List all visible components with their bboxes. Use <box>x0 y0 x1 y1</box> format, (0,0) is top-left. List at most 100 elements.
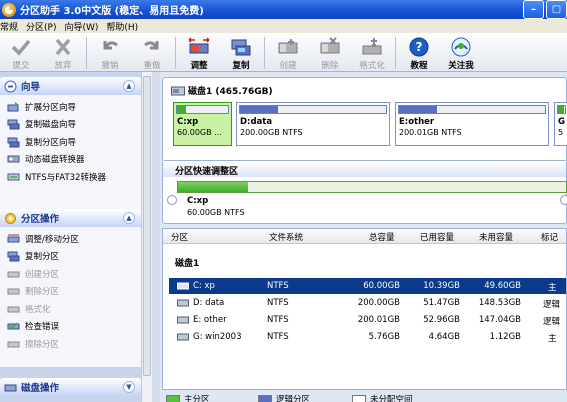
quick-adjust-partition: C:xp <box>187 196 209 206</box>
row-fs: NTFS <box>267 332 289 342</box>
sidebar-item-copy-disk-wizard[interactable]: 复制磁盘向导 <box>0 116 141 134</box>
quick-adjust-bar[interactable] <box>177 181 567 193</box>
menu-partition[interactable]: 分区(P) <box>24 20 62 33</box>
sidebar-item-copy-partition[interactable]: 复制分区 <box>0 248 141 266</box>
partition-size: 200.01GB NTFS <box>399 128 462 137</box>
check-disk-icon <box>7 320 20 332</box>
col-free[interactable]: 未用容量 <box>479 231 513 243</box>
left-resize-handle[interactable] <box>167 195 177 205</box>
toolbar-separator <box>175 37 176 69</box>
col-partition[interactable]: 分区 <box>171 231 188 243</box>
commit-button[interactable]: 提交 <box>0 33 42 72</box>
hard-disk-icon <box>171 86 185 95</box>
partition-size: 5 <box>558 128 564 137</box>
sidebar-item-delete-partition[interactable]: 删除分区 <box>0 283 141 301</box>
resize-button[interactable]: 调整 <box>178 33 220 72</box>
copy-button[interactable]: 复制 <box>220 33 262 72</box>
restore-button[interactable]: ▢ <box>546 0 567 19</box>
row-flag: 主 <box>548 334 557 344</box>
partition-name: D:data <box>240 117 273 127</box>
row-flag: 逻辑 <box>543 300 561 310</box>
legend-swatch <box>352 395 366 402</box>
copy-partition-small-icon <box>7 136 20 148</box>
format-icon <box>362 38 382 55</box>
table-header: 分区 文件系统 总容量 已用容量 未用容量 标记 <box>163 229 566 244</box>
wipe-small-icon <box>7 338 20 350</box>
undo-button[interactable]: 撤销 <box>89 33 131 72</box>
svg-text:?: ? <box>416 40 423 54</box>
collapse-up-icon[interactable]: ▲ <box>123 212 135 224</box>
delete-button[interactable]: 删除 <box>309 33 351 72</box>
delete-partition-icon <box>320 37 340 54</box>
sidebar-item-resize-move[interactable]: 调整/移动分区 <box>0 230 141 248</box>
legend-label: 逻辑分区 <box>276 395 311 402</box>
discard-button[interactable]: 放弃 <box>42 33 84 72</box>
minimize-button[interactable]: – <box>523 0 544 19</box>
col-filesystem[interactable]: 文件系统 <box>269 231 303 243</box>
create-partition-icon <box>278 39 298 54</box>
quick-adjust-panel: 分区快速调整区 C:xp 60.00GB NTFS <box>162 160 567 224</box>
wizard-panel-header[interactable]: 向导 ▲ <box>0 77 141 95</box>
menu-general[interactable]: 常规 <box>0 20 24 33</box>
right-resize-handle[interactable] <box>560 195 567 205</box>
follow-button[interactable]: 关注我 <box>440 33 482 72</box>
table-row[interactable]: E: other NTFS 200.01GB 52.96GB 147.04GB … <box>169 312 566 328</box>
table-row[interactable]: D: data NTFS 200.00GB 51.47GB 148.53GB 逻… <box>169 295 566 311</box>
scrollbar-thumb[interactable] <box>143 76 151 376</box>
tutorial-button[interactable]: ? 教程 <box>398 33 440 72</box>
toolbar: 提交 放弃 撤销 重做 调整 复制 创建 删除 格式化 ? 教程 关注我 <box>0 33 567 72</box>
partition-card-c[interactable]: C:xp 60.00GB ... <box>173 102 232 146</box>
partition-size: 60.00GB ... <box>177 128 222 137</box>
partition-card-g[interactable]: G 5 <box>554 102 567 146</box>
app-icon <box>2 2 16 17</box>
redo-button[interactable]: 重做 <box>131 33 173 72</box>
menu-help[interactable]: 帮助(H) <box>104 20 144 33</box>
table-row[interactable]: C: xp NTFS 60.00GB 10.39GB 49.60GB 主 <box>169 278 566 294</box>
partition-card-e[interactable]: E:other 200.01GB NTFS <box>395 102 549 146</box>
wizard-panel-title: 向导 <box>21 82 41 93</box>
sidebar-item-copy-partition-wizard[interactable]: 复制分区向导 <box>0 133 141 151</box>
resize-small-icon <box>7 233 20 245</box>
legend-label: 未分配空间 <box>370 395 413 402</box>
col-total[interactable]: 总容量 <box>369 231 395 243</box>
disk-map-panel: 磁盘1 (465.76GB) C:xp 60.00GB ... D:data 2… <box>162 77 567 162</box>
table-row[interactable]: G: win2003 NTFS 5.76GB 4.64GB 1.12GB 主 <box>169 329 566 345</box>
format-button[interactable]: 格式化 <box>351 33 393 72</box>
sidebar-scrollbar[interactable] <box>141 72 152 402</box>
legend-label: 主分区 <box>184 395 210 402</box>
sidebar-item-ntfs-fat32-converter[interactable]: NTFS与FAT32转换器 <box>0 168 141 186</box>
disk-ops-panel-header[interactable]: 磁盘操作 ▼ <box>0 378 141 396</box>
row-name: G: win2003 <box>193 332 242 342</box>
row-free: 147.04GB <box>478 315 521 325</box>
partition-card-d[interactable]: D:data 200.00GB NTFS <box>236 102 390 146</box>
col-used[interactable]: 已用容量 <box>420 231 454 243</box>
sidebar-item-create-partition[interactable]: 创建分区 <box>0 265 141 283</box>
usage-bar <box>239 105 387 114</box>
copy-partition-icon <box>231 39 251 56</box>
sidebar-item-check-errors[interactable]: 检查错误 <box>0 318 141 336</box>
copy-disk-icon <box>7 118 20 130</box>
row-fs: NTFS <box>267 298 289 308</box>
quick-adjust-size: 60.00GB NTFS <box>187 208 245 217</box>
sidebar-item-extend-wizard[interactable]: 扩展分区向导 <box>0 98 141 116</box>
col-flag[interactable]: 标记 <box>541 231 558 243</box>
sidebar-item-wipe-partition[interactable]: 擦除分区 <box>0 335 141 353</box>
collapse-down-icon[interactable]: ▼ <box>123 381 135 393</box>
copy-small-icon <box>7 250 20 262</box>
main-content: 磁盘1 (465.76GB) C:xp 60.00GB ... D:data 2… <box>160 72 567 402</box>
partition-name: C:xp <box>177 117 199 127</box>
collapse-up-icon[interactable]: ▲ <box>123 80 135 92</box>
sidebar-item-format[interactable]: 格式化 <box>0 300 141 318</box>
redo-arrow-icon <box>144 41 159 50</box>
sidebar-item-dynamic-disk-converter[interactable]: 动态磁盘转换器 <box>0 151 141 169</box>
create-button[interactable]: 创建 <box>267 33 309 72</box>
menu-wizard[interactable]: 向导(W) <box>62 20 104 33</box>
help-icon: ? <box>409 37 429 57</box>
title-bar: 分区助手 3.0中文版 (稳定、易用且免费) – ▢ <box>0 0 567 19</box>
legend-logical: 逻辑分区 <box>258 393 310 402</box>
row-used: 52.96GB <box>423 315 460 325</box>
disk-label: 磁盘1 (465.76GB) <box>188 87 273 97</box>
row-flag: 主 <box>548 283 557 293</box>
partition-ops-panel-header[interactable]: 分区操作 ▲ <box>0 209 141 227</box>
row-name: C: xp <box>193 281 215 291</box>
